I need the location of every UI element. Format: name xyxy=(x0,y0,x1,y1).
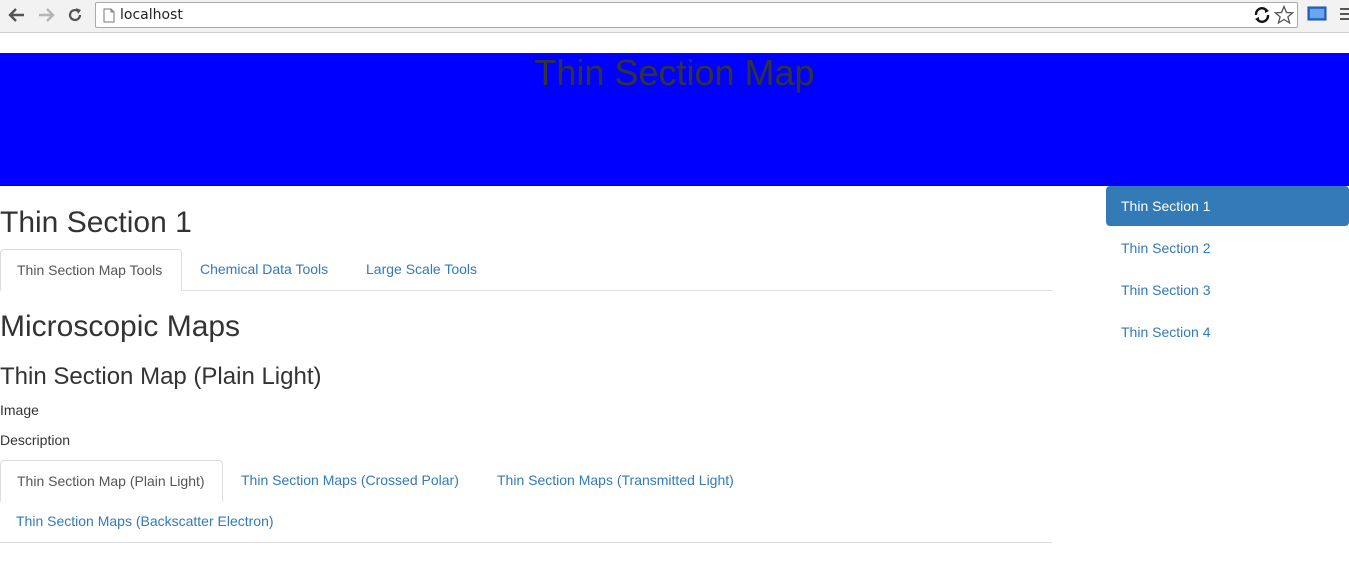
hamburger-menu-icon[interactable] xyxy=(1340,7,1349,21)
page-icon xyxy=(103,8,115,23)
sidebar-item-thin-section-2[interactable]: Thin Section 2 xyxy=(1106,228,1349,268)
tool-tabs: Thin Section Map Tools Chemical Data Too… xyxy=(0,249,1052,291)
page-title: Thin Section 1 xyxy=(0,206,192,239)
sidebar-item-thin-section-4[interactable]: Thin Section 4 xyxy=(1106,312,1349,352)
sidebar-item-thin-section-1[interactable]: Thin Section 1 xyxy=(1106,186,1349,226)
reload-icon xyxy=(68,8,82,22)
star-icon[interactable] xyxy=(1274,5,1294,25)
map-tabs: Thin Section Map (Plain Light) Thin Sect… xyxy=(0,460,1052,543)
browser-toolbar: localhost xyxy=(0,0,1349,33)
url-text: localhost xyxy=(120,7,183,23)
thin-section-nav: Thin Section 1 Thin Section 2 Thin Secti… xyxy=(1106,186,1349,354)
tab-large-scale-tools[interactable]: Large Scale Tools xyxy=(350,249,493,291)
address-bar[interactable]: localhost xyxy=(95,2,1298,28)
tab-crossed-polar[interactable]: Thin Section Maps (Crossed Polar) xyxy=(225,460,475,502)
forward-button[interactable] xyxy=(35,4,57,26)
description-label: Description xyxy=(0,432,71,448)
arrow-right-icon xyxy=(39,8,55,22)
sidebar-item-thin-section-3[interactable]: Thin Section 3 xyxy=(1106,270,1349,310)
tab-plain-light[interactable]: Thin Section Map (Plain Light) xyxy=(0,460,223,502)
sync-icon[interactable] xyxy=(1253,6,1271,24)
cast-icon[interactable] xyxy=(1307,6,1327,23)
tab-transmitted-light[interactable]: Thin Section Maps (Transmitted Light) xyxy=(481,460,750,502)
tab-chemical-data-tools[interactable]: Chemical Data Tools xyxy=(184,249,344,291)
arrow-left-icon xyxy=(8,8,24,22)
image-label: Image xyxy=(0,402,39,418)
back-button[interactable] xyxy=(6,4,28,26)
reload-button[interactable] xyxy=(64,4,86,26)
subsection-title: Thin Section Map (Plain Light) xyxy=(0,363,322,390)
section-title: Microscopic Maps xyxy=(0,310,241,343)
tab-thin-section-map-tools[interactable]: Thin Section Map Tools xyxy=(0,249,182,291)
header-banner: Thin Section Map xyxy=(0,53,1349,186)
tab-backscatter-electron[interactable]: Thin Section Maps (Backscatter Electron) xyxy=(0,501,290,543)
site-title: Thin Section Map xyxy=(534,52,815,93)
